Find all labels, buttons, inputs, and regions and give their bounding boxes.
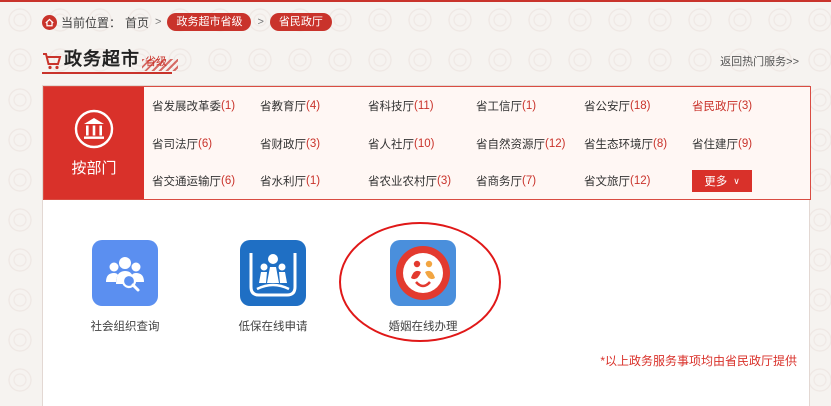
department-item[interactable]: 省公安厅 (18) [584,87,692,125]
department-count: (6) [198,138,213,150]
shopping-cart-icon [43,53,62,70]
provider-footnote: *以上政务服务事项均由省民政厅提供 [600,354,797,368]
department-name: 省司法厅 [152,139,198,151]
back-to-hot-services-link[interactable]: 返回热门服务>> [720,53,799,69]
page-title: 政务超市 [64,49,140,69]
breadcrumb-current: 省民政厅 [269,13,332,31]
department-name: 省商务厅 [476,176,522,188]
breadcrumb-prefix: 当前位置： [61,15,122,30]
department-name: 省交通运输厅 [152,176,221,188]
department-count: (1) [306,175,321,187]
department-count: (6) [221,175,236,187]
department-item[interactable]: 省农业农村厅 (3) [368,163,476,199]
service-subsistence-allowance[interactable]: 低保在线申请 [223,240,323,334]
department-item[interactable]: 省水利厅 (1) [260,163,368,199]
people-search-icon [92,240,158,306]
department-item[interactable]: 省人社厅 (10) [368,125,476,163]
service-label: 低保在线申请 [238,321,308,333]
home-icon [42,14,57,30]
department-list: 省发展改革委 (1) 省教育厅 (4) 省科技厅 (11) 省工信厅 (1) 省公安厅 (18) 省… [144,87,810,199]
department-name: 省农业农村厅 [368,176,437,188]
department-item[interactable]: 省住建厅 (9) [692,125,818,163]
department-count: (4) [306,100,321,112]
department-name: 省文旅厅 [584,176,630,188]
department-item[interactable]: 省教育厅 (4) [260,87,368,125]
department-item[interactable]: 省财政厅 (3) [260,125,368,163]
department-name: 省民政厅 [692,101,738,113]
breadcrumb-home[interactable]: 首页 [125,14,149,31]
department-count: (12) [630,175,651,187]
chevron-down-icon: ∨ [733,175,740,186]
department-name: 省财政厅 [260,139,306,151]
department-item[interactable]: 省交通运输厅 (6) [152,163,260,199]
department-filter: 按部门 省发展改革委 (1) 省教育厅 (4) 省科技厅 (11) 省工信厅 (1) 省公安厅(… [43,86,811,200]
government-building-icon [74,109,114,148]
department-name: 省人社厅 [368,139,414,151]
department-item[interactable]: 省民政厅 (3) [692,87,818,125]
chevron-right-icon: > [257,16,264,28]
marriage-emblem-icon [390,240,456,306]
department-item[interactable]: 省文旅厅 (12) [584,163,692,199]
department-name: 省自然资源厅 [476,139,545,151]
more-departments-button[interactable]: 更多 ∨ [692,170,752,192]
title-underline [42,72,172,74]
breadcrumb: 当前位置： 首页 > 政务超市省级 > 省民政厅 [42,12,332,32]
department-count: (1) [221,100,236,112]
service-label: 社会组织查询 [90,321,160,333]
department-item[interactable]: 省发展改革委 (1) [152,87,260,125]
service-label: 婚姻在线办理 [388,321,458,333]
chevron-right-icon: > [155,16,162,28]
department-name: 省工信厅 [476,101,522,113]
department-count: (8) [653,138,668,150]
service-list: 社会组织查询 低保在线申请 婚姻在线办理 *以上政务服务事项均由省民政厅提供 [43,200,809,406]
department-count: (7) [522,175,537,187]
department-count: (1) [522,100,537,112]
department-count: (18) [630,100,651,112]
service-marriage-online[interactable]: 婚姻在线办理 [373,240,473,334]
department-item[interactable]: 省科技厅 (11) [368,87,476,125]
department-name: 省生态环境厅 [584,139,653,151]
section-header: 政务超市 省级 返回热门服务>> [42,45,799,74]
department-name: 省科技厅 [368,101,414,113]
department-item[interactable]: 省司法厅 (6) [152,125,260,163]
department-item[interactable]: 省工信厅 (1) [476,87,584,125]
title-decoration [142,59,178,71]
department-count: (3) [306,138,321,150]
department-count: (3) [738,100,753,112]
department-item[interactable]: 省生态环境厅 (8) [584,125,692,163]
department-name: 省发展改革委 [152,101,221,113]
department-item[interactable]: 省商务厅 (7) [476,163,584,199]
family-shelter-icon [240,240,306,306]
more-label: 更多 [704,176,728,188]
department-item[interactable]: 省自然资源厅 (12) [476,125,584,163]
department-name: 省教育厅 [260,101,306,113]
department-count: (12) [545,138,566,150]
department-count: (3) [437,175,452,187]
breadcrumb-level[interactable]: 政务超市省级 [167,13,252,31]
department-name: 省水利厅 [260,176,306,188]
department-count: (10) [414,138,435,150]
top-accent-line [0,0,831,2]
by-department-label: 按部门 [71,159,117,177]
main-panel: 按部门 省发展改革委 (1) 省教育厅 (4) 省科技厅 (11) 省工信厅 (1) 省公安厅(… [42,85,811,406]
department-name: 省住建厅 [692,139,738,151]
service-social-org-query[interactable]: 社会组织查询 [75,240,175,334]
department-count: (9) [738,138,753,150]
department-count: (11) [414,100,434,112]
department-name: 省公安厅 [584,101,630,113]
department-side-tab: 按部门 [44,87,144,199]
